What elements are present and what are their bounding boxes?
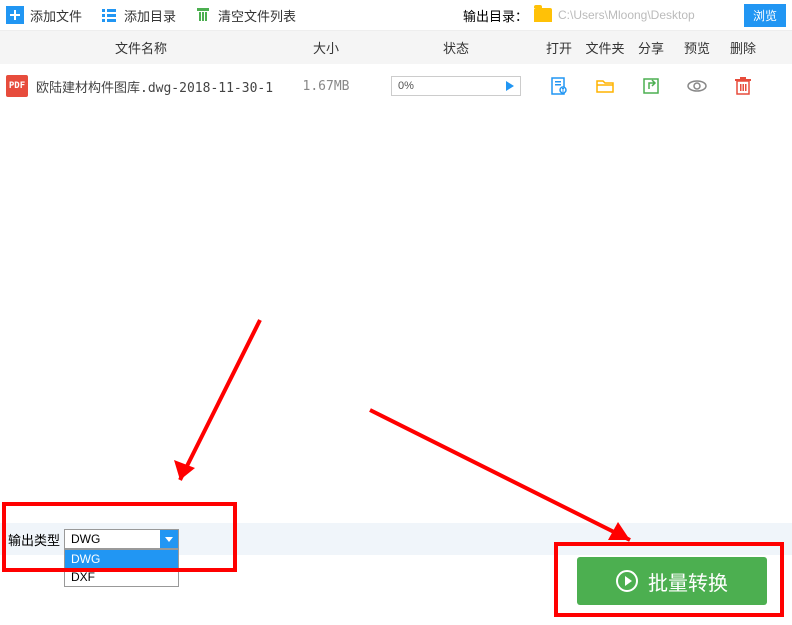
add-file-label: 添加文件 xyxy=(30,6,82,25)
header-delete: 删除 xyxy=(720,38,766,57)
header-name: 文件名称 xyxy=(6,38,276,57)
add-dir-label: 添加目录 xyxy=(124,6,176,25)
folder-icon xyxy=(534,8,552,22)
convert-label: 批量转换 xyxy=(648,567,728,596)
add-file-button[interactable]: 添加文件 xyxy=(6,6,82,25)
select-option-dwg[interactable]: DWG xyxy=(65,550,178,568)
share-button[interactable] xyxy=(628,76,674,96)
header-share: 分享 xyxy=(628,38,674,57)
file-size: 1.67MB xyxy=(276,79,376,94)
output-path: C:\Users\Mloong\Desktop xyxy=(558,8,738,22)
header-size: 大小 xyxy=(276,38,376,57)
table-row: PDF 欧陆建材构件图库.dwg-2018-11-30-1 1.67MB 0% xyxy=(0,64,792,108)
pdf-badge-icon: PDF xyxy=(6,75,28,97)
clear-list-label: 清空文件列表 xyxy=(218,6,296,25)
folder-button[interactable] xyxy=(582,76,628,96)
progress-bar[interactable]: 0% xyxy=(391,76,521,96)
select-value: DWG xyxy=(71,532,100,546)
toolbar-right: 输出目录： C:\Users\Mloong\Desktop 浏览 xyxy=(463,4,786,27)
select-display[interactable]: DWG xyxy=(64,529,179,549)
select-option-dxf[interactable]: DXF xyxy=(65,568,178,586)
file-name: 欧陆建材构件图库.dwg-2018-11-30-1 xyxy=(36,77,273,96)
add-dir-button[interactable]: 添加目录 xyxy=(100,6,176,25)
delete-button[interactable] xyxy=(720,76,766,96)
add-file-icon xyxy=(6,6,24,24)
output-type-label: 输出类型 xyxy=(8,530,60,549)
list-icon xyxy=(100,6,118,24)
preview-button[interactable] xyxy=(674,76,720,96)
row-name-cell: PDF 欧陆建材构件图库.dwg-2018-11-30-1 xyxy=(6,75,276,97)
header-status: 状态 xyxy=(376,38,536,57)
top-toolbar: 添加文件 添加目录 清空文件列表 输出目录： C:\Users\Mloong\D… xyxy=(0,0,792,30)
annotation-arrow-1 xyxy=(160,310,280,510)
row-status-cell: 0% xyxy=(376,76,536,96)
browse-button[interactable]: 浏览 xyxy=(744,4,786,27)
bottom-bar: 输出类型 DWG DWG DXF xyxy=(0,523,792,555)
clear-list-button[interactable]: 清空文件列表 xyxy=(194,6,296,25)
output-type-select[interactable]: DWG DWG DXF xyxy=(64,529,179,549)
output-dir-label: 输出目录： xyxy=(463,6,528,25)
clear-icon xyxy=(194,6,212,24)
header-open: 打开 xyxy=(536,38,582,57)
chevron-down-icon xyxy=(160,530,178,548)
table-header: 文件名称 大小 状态 打开 文件夹 分享 预览 删除 xyxy=(0,30,792,64)
batch-convert-button[interactable]: 批量转换 xyxy=(577,557,767,605)
play-icon xyxy=(506,81,514,91)
progress-text: 0% xyxy=(398,80,414,92)
header-folder: 文件夹 xyxy=(582,38,628,57)
select-dropdown: DWG DXF xyxy=(64,549,179,587)
play-circle-icon xyxy=(616,570,638,592)
header-preview: 预览 xyxy=(674,38,720,57)
open-button[interactable] xyxy=(536,76,582,96)
